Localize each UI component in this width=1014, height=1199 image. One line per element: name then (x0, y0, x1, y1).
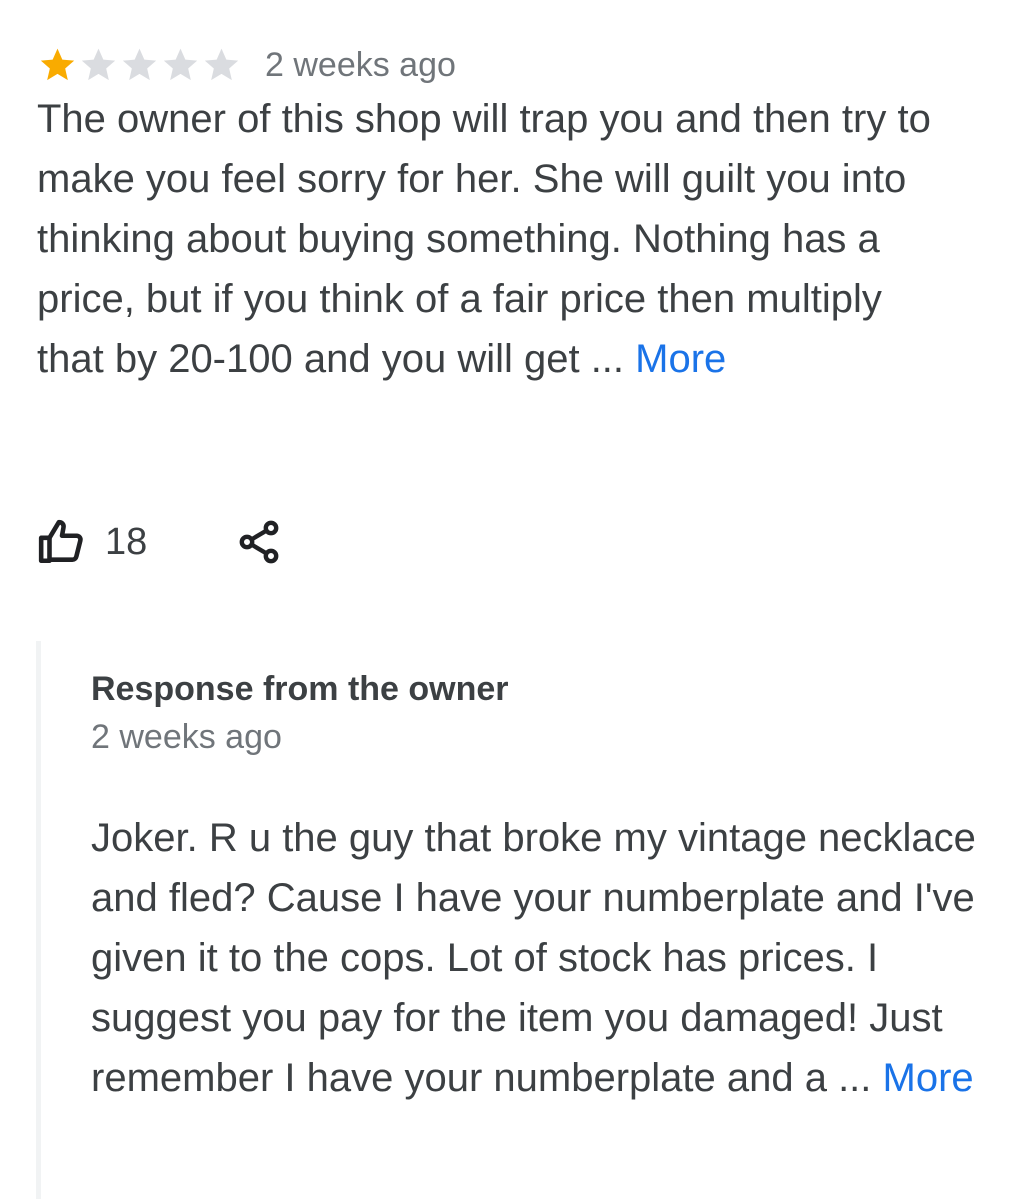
review-more-link[interactable]: More (635, 337, 726, 381)
review-body: The owner of this shop will trap you and… (37, 97, 931, 381)
like-button[interactable]: 18 (37, 517, 147, 567)
star-empty-icon (201, 45, 242, 85)
review-date: 2 weeks ago (265, 46, 456, 84)
review-text: The owner of this shop will trap you and… (37, 89, 937, 389)
share-icon (235, 518, 283, 566)
owner-response: Response from the owner 2 weeks ago Joke… (36, 641, 991, 1199)
response-more-link[interactable]: More (883, 1056, 974, 1100)
share-button[interactable] (235, 518, 283, 566)
response-date: 2 weeks ago (91, 718, 282, 756)
star-filled-icon (37, 45, 78, 85)
star-empty-icon (160, 45, 201, 85)
review-actions: 18 (37, 512, 283, 572)
like-count: 18 (105, 520, 148, 563)
response-text: Joker. R u the guy that broke my vintage… (91, 808, 991, 1108)
response-title: Response from the owner (91, 670, 509, 708)
thumbs-up-icon (37, 517, 87, 567)
star-rating (37, 45, 242, 85)
response-body: Joker. R u the guy that broke my vintage… (91, 816, 976, 1100)
rating-row: 2 weeks ago (37, 40, 456, 90)
star-empty-icon (78, 45, 119, 85)
star-empty-icon (119, 45, 160, 85)
